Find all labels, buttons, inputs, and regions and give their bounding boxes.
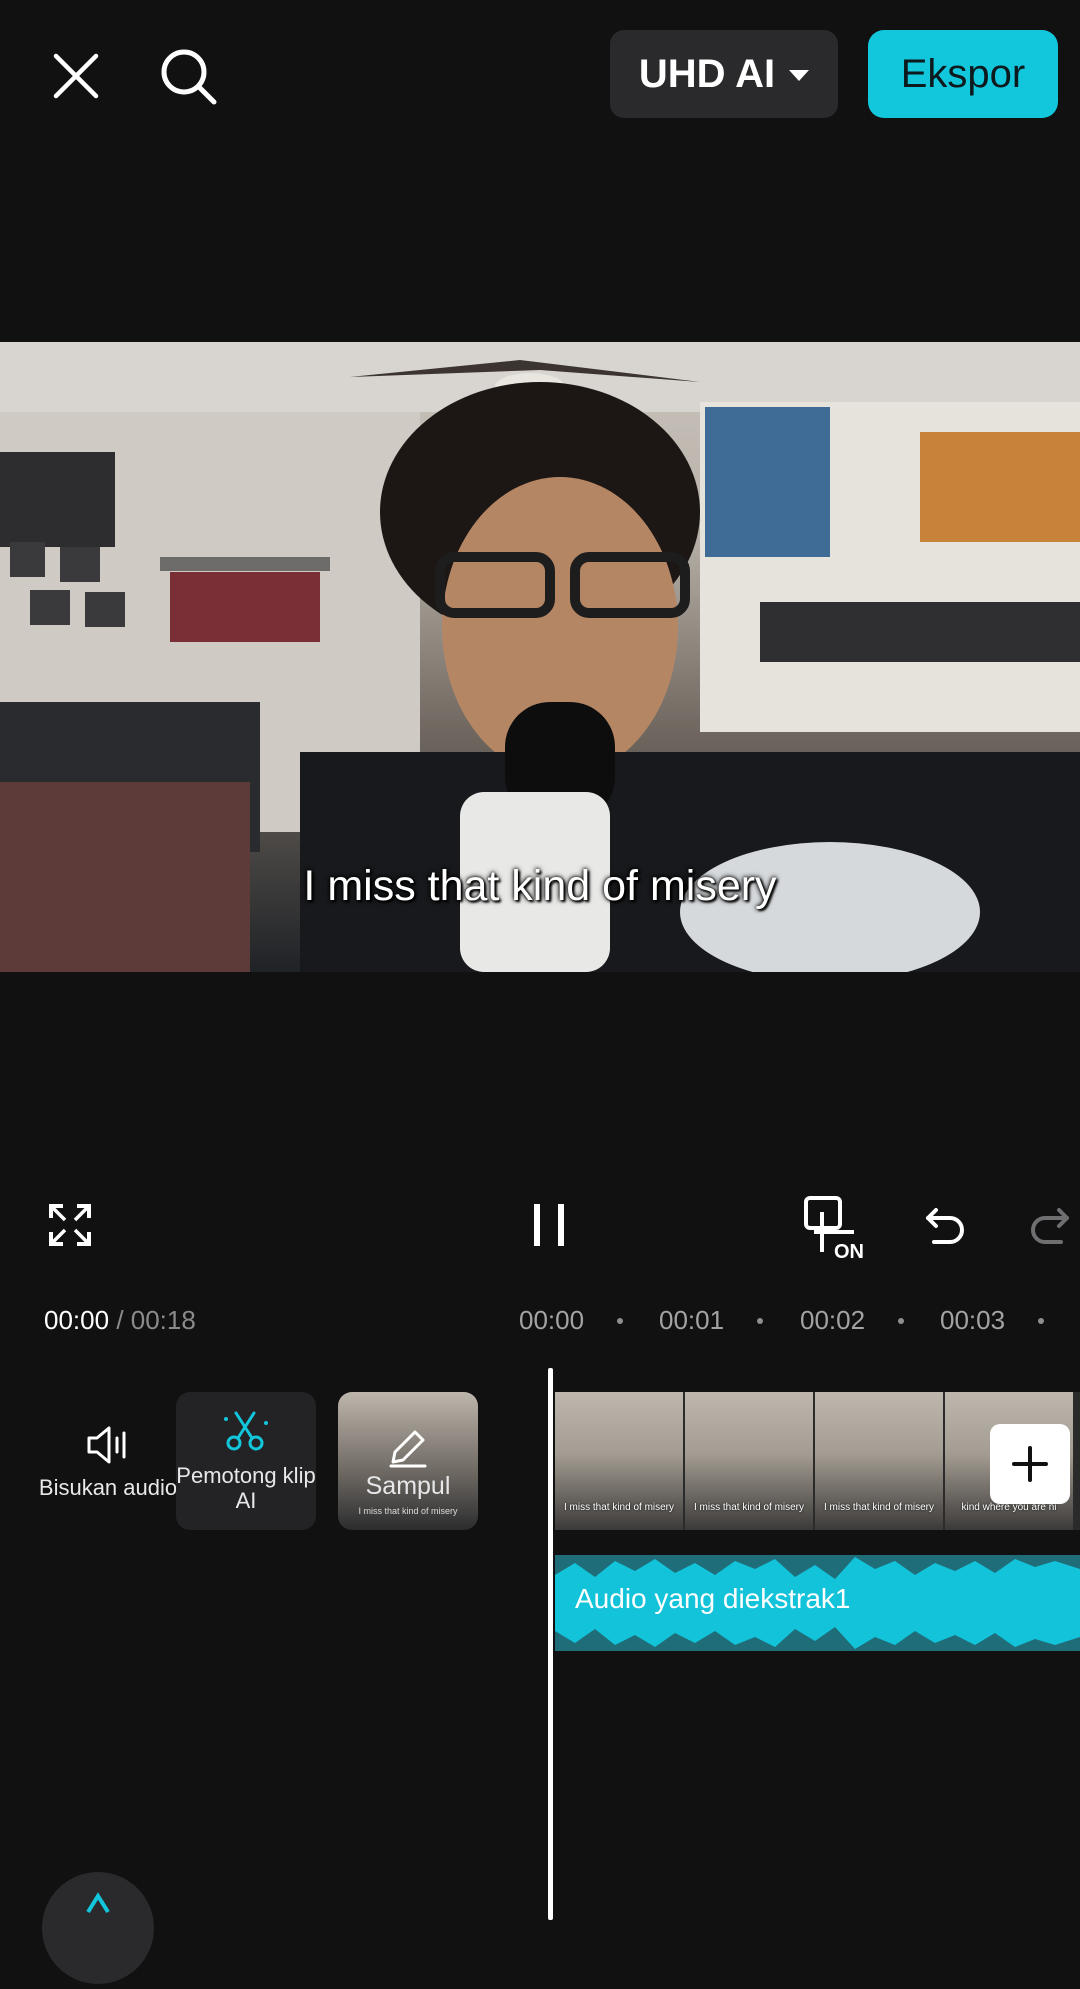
subtitle-text: I miss that kind of misery — [303, 862, 777, 910]
video-frame-thumbnail: I miss that kind of misery — [555, 1392, 685, 1530]
ruler-mark: 00:00 — [519, 1305, 585, 1335]
video-frame-thumbnail: I miss that kind of misery — [685, 1392, 815, 1530]
undo-button[interactable] — [915, 1195, 975, 1255]
cover-label: Sampul — [365, 1471, 451, 1500]
ruler-mark: 00:03 — [940, 1305, 1006, 1335]
video-preview[interactable]: I miss that kind of misery — [0, 342, 1080, 972]
mute-audio-label: Bisukan audio — [38, 1474, 178, 1500]
export-button[interactable]: Ekspor — [868, 30, 1058, 118]
ruler-dot — [617, 1318, 623, 1324]
frame-caption: I miss that kind of misery — [693, 1502, 805, 1513]
search-button[interactable] — [152, 40, 224, 112]
mute-audio-button[interactable]: Bisukan audio — [38, 1392, 178, 1530]
ai-scissors-icon — [224, 1411, 268, 1451]
speaker-icon — [87, 1426, 126, 1463]
cover-caption: I miss that kind of misery — [358, 1506, 458, 1516]
video-frame-thumbnail: I miss that kind of misery — [815, 1392, 945, 1530]
svg-text:ON: ON — [834, 1241, 864, 1260]
plus-icon — [1012, 1446, 1048, 1482]
audio-track-label: Audio yang diekstrak1 — [575, 1583, 851, 1614]
ruler-mark: 00:02 — [800, 1305, 866, 1335]
add-clip-button[interactable] — [990, 1424, 1070, 1504]
redo-icon — [1031, 1208, 1069, 1244]
fullscreen-button[interactable] — [40, 1195, 100, 1255]
ai-clip-cutter-label: Pemotong klip AI — [176, 1463, 316, 1513]
undo-icon — [926, 1208, 964, 1244]
timecode-display: 00:00 / 00:18 — [44, 1305, 196, 1336]
bottom-tool-button[interactable] — [42, 1872, 154, 1984]
keyframe-toggle-button[interactable]: ON — [800, 1192, 868, 1260]
ruler-dot — [757, 1318, 763, 1324]
quality-selector[interactable]: UHD AI — [610, 30, 838, 118]
export-label: Ekspor — [900, 51, 1026, 96]
total-duration: / 00:18 — [116, 1305, 196, 1335]
close-button[interactable] — [40, 40, 112, 112]
tool-icon — [86, 1892, 110, 1914]
pause-icon — [534, 1204, 564, 1246]
frame-caption: I miss that kind of misery — [563, 1502, 675, 1513]
search-icon — [161, 49, 217, 105]
cover-button[interactable]: Sampul I miss that kind of misery — [338, 1392, 478, 1530]
ruler-dot — [1038, 1318, 1044, 1324]
playhead[interactable] — [548, 1368, 553, 1920]
ruler-dot — [898, 1318, 904, 1324]
pause-button[interactable] — [520, 1195, 580, 1255]
fullscreen-icon — [49, 1204, 91, 1246]
quality-label: UHD AI — [638, 51, 776, 96]
keyframe-on-icon: ON — [804, 1196, 864, 1260]
current-time: 00:00 — [44, 1305, 110, 1335]
redo-button[interactable] — [1020, 1195, 1080, 1255]
ruler-mark: 00:01 — [659, 1305, 725, 1335]
close-icon — [53, 53, 99, 99]
frame-caption: I miss that kind of misery — [823, 1502, 935, 1513]
audio-track[interactable]: Audio yang diekstrak1 — [555, 1555, 1080, 1651]
ai-clip-cutter-button[interactable]: Pemotong klip AI — [176, 1392, 316, 1530]
pencil-icon — [389, 1430, 427, 1467]
chevron-down-icon — [789, 69, 810, 81]
